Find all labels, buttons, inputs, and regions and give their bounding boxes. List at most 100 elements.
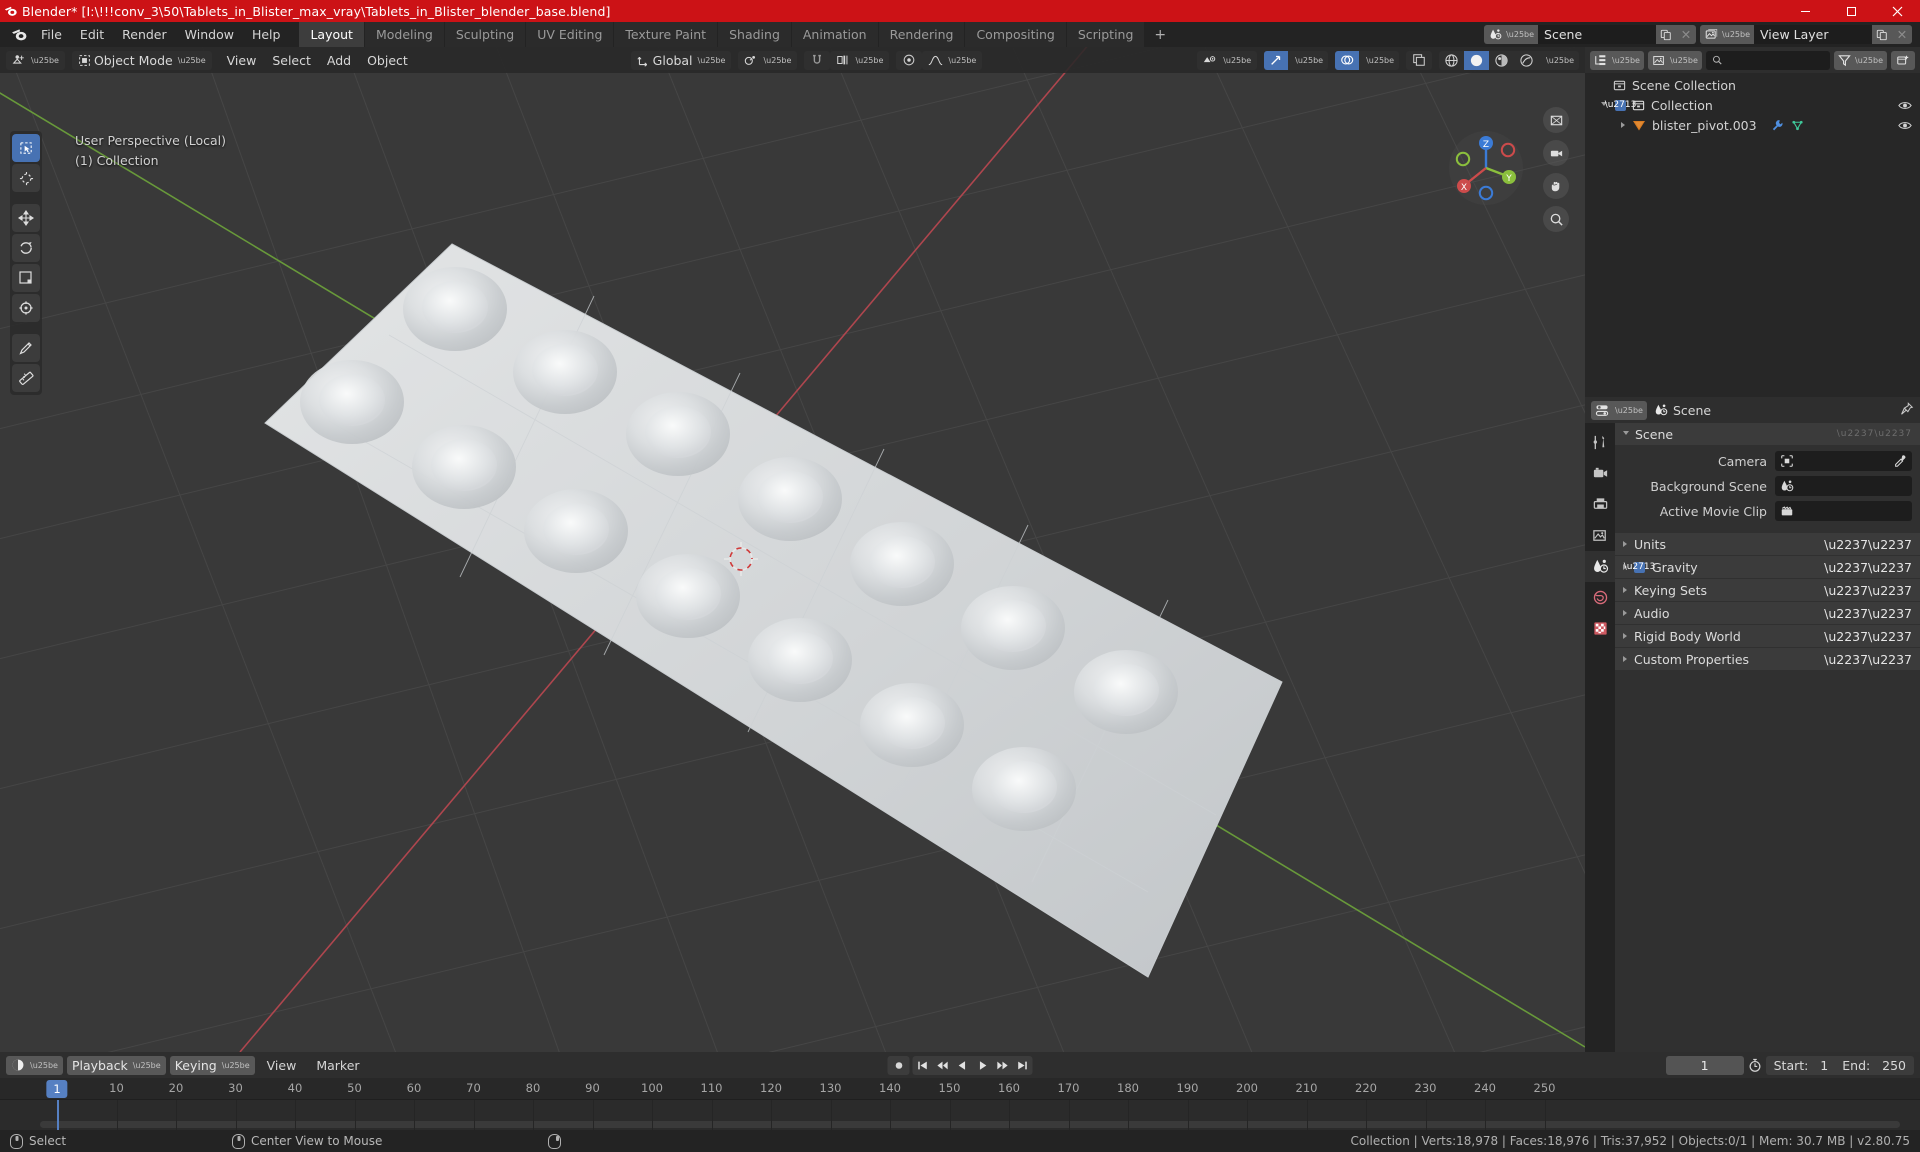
scene-name[interactable]: Scene [1538,25,1657,44]
outliner-filter-button[interactable]: \u25be [1834,50,1887,70]
shading-solid-button[interactable] [1464,50,1490,70]
snap-target-selector[interactable]: \u25be [830,50,890,70]
workspace-tab-animation[interactable]: Animation [791,22,878,47]
modifier-icon[interactable] [1771,119,1784,132]
auto-keying-button[interactable] [887,1055,910,1075]
new-collection-button[interactable] [1891,50,1915,70]
timeline-horizontal-scrollbar[interactable] [40,1121,1900,1128]
scene-selector[interactable]: \u25be Scene ✕ [1484,25,1697,44]
tweak-tool-button[interactable] [12,134,40,162]
viewport-menu-select[interactable]: Select [264,51,319,70]
zoom-view-icon[interactable] [1543,206,1569,232]
panel-expand-arrow-icon[interactable] [1623,430,1629,438]
viewport-menu-add[interactable]: Add [319,51,359,70]
measure-tool-button[interactable] [12,364,40,392]
panel-expand-arrow-icon[interactable] [1623,610,1627,616]
workspace-tab-layout[interactable]: Layout [299,22,364,47]
cursor-tool-button[interactable] [12,164,40,192]
workspace-tab-uv-editing[interactable]: UV Editing [526,22,614,47]
panel-header-audio[interactable]: Audio \u2237\u2237 [1615,602,1920,624]
show-overlays-toggle[interactable] [1335,50,1360,70]
view-layer-icon[interactable]: \u25be [1700,25,1754,44]
shading-options-dropdown[interactable]: \u25be [1539,51,1579,70]
overlay-options-dropdown[interactable]: \u25be [1359,51,1399,70]
gravity-checkbox[interactable]: \u2713 [1624,561,1655,573]
panel-header-custom-properties[interactable]: Custom Properties \u2237\u2237 [1615,648,1920,670]
new-scene-button[interactable] [1656,25,1677,44]
background-scene-field[interactable] [1775,476,1912,496]
play-button[interactable] [973,1056,993,1075]
properties-editor-type-selector[interactable]: \u25be [1591,400,1647,420]
scale-tool-button[interactable] [12,264,40,292]
menu-help[interactable]: Help [243,25,290,44]
add-workspace-button[interactable]: + [1145,22,1175,47]
outliner-editor-type-selector[interactable]: \u25be [1590,50,1644,70]
timeline-playhead[interactable]: 1 [46,1080,68,1098]
view-layer-selector[interactable]: \u25be View Layer ✕ [1700,25,1912,44]
move-tool-button[interactable] [12,204,40,232]
workspace-tab-texture-paint[interactable]: Texture Paint [614,22,718,47]
navigation-gizmo[interactable]: Z Y X [1447,129,1525,207]
collection-checkbox[interactable]: \u2713 [1605,99,1636,111]
tab-world[interactable] [1585,582,1615,613]
timeline-track-area[interactable] [0,1100,1920,1130]
toggle-perspective-icon[interactable] [1543,107,1569,133]
menu-file[interactable]: File [32,25,71,44]
window-minimize-button[interactable] [1782,0,1828,22]
proportional-edit-toggle[interactable] [896,50,923,70]
outliner-editor[interactable]: \u25be \u25be \u25be Scene Collection \u… [1585,47,1920,397]
outliner-row-blister-pivot[interactable]: blister_pivot.003 [1585,115,1920,135]
panel-header-gravity[interactable]: \u2713 Gravity \u2237\u2237 [1615,556,1920,578]
rotate-tool-button[interactable] [12,234,40,262]
timeline-menu-view[interactable]: View [259,1056,305,1075]
current-frame-field[interactable]: 1 [1665,1055,1744,1075]
panel-expand-arrow-icon[interactable] [1623,656,1627,662]
snap-toggle-button[interactable] [804,50,831,70]
tab-scene[interactable] [1585,551,1615,582]
transform-tool-button[interactable] [12,294,40,322]
timeline-editor-type-selector[interactable]: \u25be [6,1055,63,1075]
window-maximize-button[interactable] [1828,0,1874,22]
jump-to-previous-keyframe-button[interactable] [933,1056,953,1075]
tab-tool[interactable] [1585,427,1615,458]
viewport-menu-object[interactable]: Object [359,51,416,70]
jump-to-start-button[interactable] [913,1056,933,1075]
show-gizmo-toggle[interactable] [1264,50,1289,70]
eye-icon[interactable] [1898,100,1912,111]
unlink-scene-button[interactable]: ✕ [1676,25,1697,44]
scene-icon[interactable]: \u25be [1484,25,1539,44]
annotate-tool-button[interactable] [12,334,40,362]
transform-orientation-selector[interactable]: Global \u25be [630,50,732,70]
eyedropper-icon[interactable] [1893,454,1907,468]
jump-to-next-keyframe-button[interactable] [993,1056,1013,1075]
expand-arrow-icon[interactable] [1621,122,1625,128]
frame-range-fields[interactable]: Start: 1 End: 250 [1765,1055,1914,1075]
camera-field[interactable] [1775,451,1912,471]
panel-header-keying-sets[interactable]: Keying Sets \u2237\u2237 [1615,579,1920,601]
outliner-row-scene-collection[interactable]: Scene Collection [1585,75,1920,95]
gizmo-options-dropdown[interactable]: \u25be [1288,51,1328,70]
panel-header-rigid-body-world[interactable]: Rigid Body World \u2237\u2237 [1615,625,1920,647]
workspace-tab-shading[interactable]: Shading [718,22,791,47]
workspace-tab-compositing[interactable]: Compositing [965,22,1066,47]
tab-texture[interactable] [1585,613,1615,644]
proportional-falloff-selector[interactable]: \u25be [922,50,983,70]
timeline-editor[interactable]: \u25be Playback \u25be Keying \u25be View … [0,1052,1920,1130]
toggle-camera-view-icon[interactable] [1543,140,1569,166]
panel-header-scene[interactable]: Scene \u2237\u2237 [1615,423,1920,445]
view-layer-name[interactable]: View Layer [1754,25,1872,44]
menu-edit[interactable]: Edit [71,25,113,44]
jump-to-end-button[interactable] [1013,1056,1033,1075]
viewport-canvas[interactable] [0,47,1585,1052]
workspace-tab-sculpting[interactable]: Sculpting [444,22,526,47]
outliner-row-collection[interactable]: \u2713 Collection [1585,95,1920,115]
mesh-data-icon[interactable] [1791,119,1804,132]
outliner-display-mode-selector[interactable]: \u25be [1647,50,1702,70]
workspace-tab-rendering[interactable]: Rendering [878,22,965,47]
xray-toggle-button[interactable] [1406,50,1433,70]
new-view-layer-button[interactable] [1872,25,1892,44]
shading-mode-group[interactable]: \u25be [1439,50,1579,70]
playback-menu[interactable]: Playback \u25be [66,1055,166,1075]
keying-menu[interactable]: Keying \u25be [169,1055,255,1075]
timeline-ruler[interactable]: 1 10 20 30 40 50 60 70 80 90 100 110 120 130 140 150 160… [0,1078,1920,1100]
